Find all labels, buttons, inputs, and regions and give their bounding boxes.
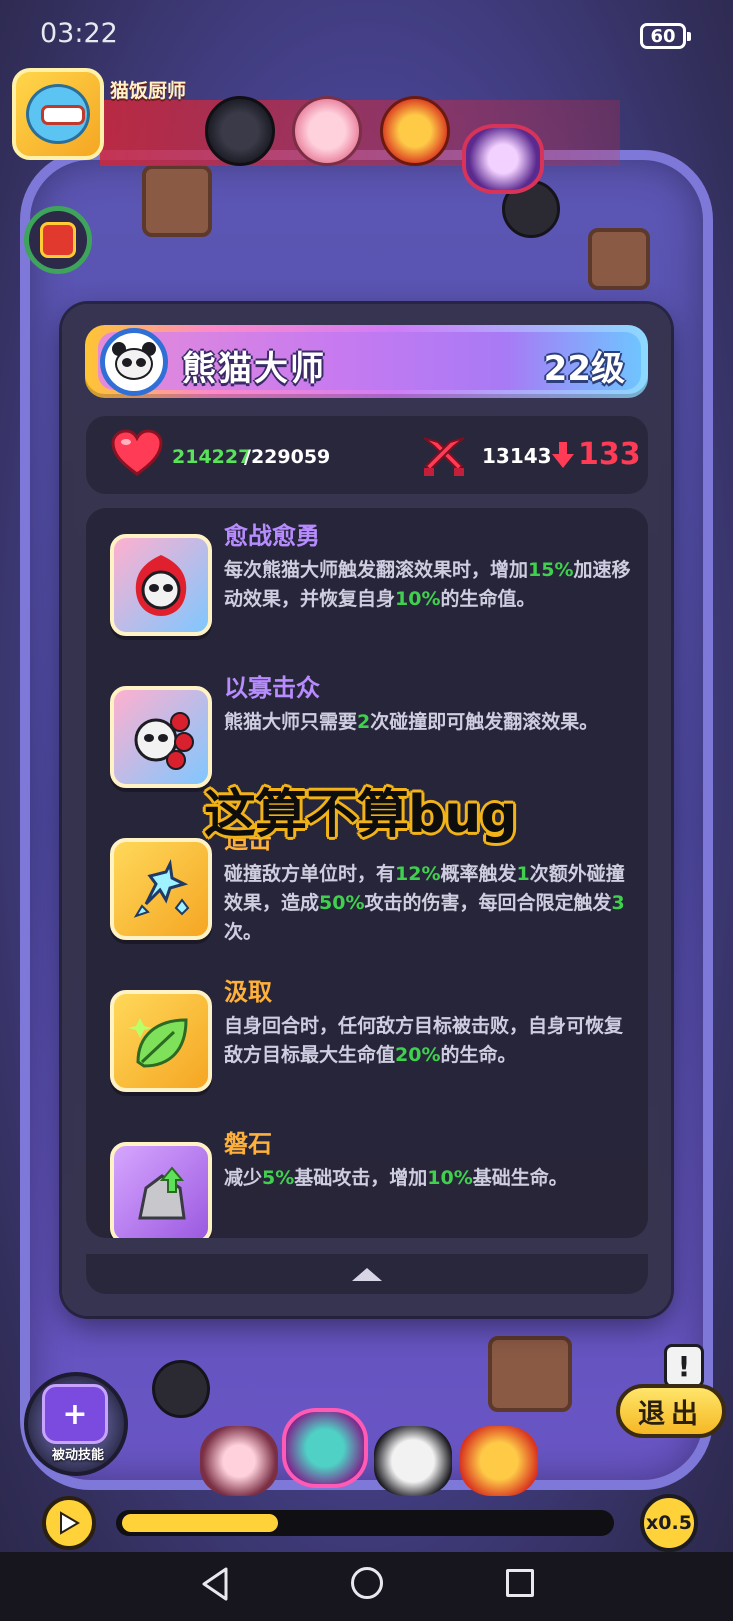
skill-description: 减少5%基础攻击，增加10%基础生命。 [224, 1167, 568, 1189]
skill-name: 汲取 [224, 978, 272, 1006]
skill-description: 碰撞敌方单位时，有12%概率触发1次额外碰撞效果，造成50%攻击的伤害，每回合限… [224, 863, 625, 943]
enemy-hero-slot-1[interactable] [205, 96, 275, 166]
chevron-up-icon [352, 1268, 382, 1281]
battery-icon: 60 [640, 23, 691, 49]
skill-item: 汲取 自身回合时，任何敌方目标被击败，自身可恢复敌方目标最大生命值20%的生命。 [86, 978, 648, 1130]
player-avatar-face-icon [26, 84, 90, 144]
down-arrow-icon [552, 442, 574, 468]
exit-button[interactable]: 退出 [616, 1384, 726, 1438]
skill-name: 以寡击众 [224, 674, 320, 702]
crate-decoration [588, 228, 650, 290]
attack-value: 13143 [482, 444, 552, 468]
play-button[interactable] [42, 1496, 96, 1550]
back-icon[interactable] [200, 1566, 230, 1602]
enemy-hero-slot-3[interactable] [380, 96, 450, 166]
player-avatar[interactable] [12, 68, 104, 160]
status-time: 03:22 [40, 18, 118, 49]
hero-portrait [100, 328, 168, 396]
skill-item: 追击 碰撞敌方单位时，有12%概率触发1次额外碰撞效果，造成50%攻击的伤害，每… [86, 826, 648, 978]
rock-icon [110, 1142, 212, 1238]
skill-description: 自身回合时，任何敌方目标被击败，自身可恢复敌方目标最大生命值20%的生命。 [224, 1015, 624, 1066]
fist-icon [40, 222, 76, 258]
play-icon [60, 1511, 80, 1535]
crate-decoration [142, 165, 212, 237]
energy-gauge[interactable] [24, 206, 92, 274]
alert-icon[interactable]: ! [664, 1344, 704, 1388]
attack-drop-value: 133 [578, 437, 641, 472]
hp-current: 214227 [172, 446, 252, 468]
hero-level: 22级 [543, 349, 625, 389]
crossed-swords-icon [423, 437, 465, 476]
recent-apps-icon[interactable] [506, 1569, 534, 1597]
ally-hero-slot-1[interactable] [200, 1426, 278, 1496]
replay-progress-fill [122, 1514, 278, 1532]
leaf-icon [110, 990, 212, 1092]
bomb-decoration [152, 1360, 210, 1418]
skills-list[interactable]: 愈战愈勇 每次熊猫大师触发翻滚效果时，增加15%加速移动效果，并恢复自身10%的… [86, 508, 648, 1238]
passive-skill-label: 被动技能 [51, 1448, 104, 1463]
status-bar: 03:22 60 [0, 0, 733, 72]
player-name: 猫饭厨师 [110, 80, 187, 102]
enemy-hero-slot-2[interactable] [292, 96, 362, 166]
hp-max: /229059 [244, 446, 331, 468]
heart-icon [111, 429, 163, 476]
overlay-caption: 这算不算bug [204, 785, 517, 845]
collapse-panel-button[interactable] [86, 1254, 648, 1294]
home-icon[interactable] [351, 1567, 383, 1599]
panda-icon [112, 342, 156, 382]
skill-description: 每次熊猫大师触发翻滚效果时，增加15%加速移动效果，并恢复自身10%的生命值。 [224, 559, 631, 610]
ally-hero-slot-4[interactable] [460, 1426, 538, 1496]
ally-hero-slot-3[interactable] [374, 1426, 452, 1496]
skill-name: 愈战愈勇 [224, 522, 320, 550]
pursuit-star-icon [110, 838, 212, 940]
ally-hero-slot-2[interactable] [282, 1408, 368, 1488]
crate-decoration [488, 1336, 572, 1412]
rage-panda-icon [110, 534, 212, 636]
enemy-hero-slot-active[interactable] [462, 124, 544, 194]
skill-description: 熊猫大师只需要2次碰撞即可触发翻滚效果。 [224, 711, 599, 733]
plus-icon: + [42, 1384, 108, 1444]
rolling-panda-icon [110, 686, 212, 788]
skill-item: 愈战愈勇 每次熊猫大师触发翻滚效果时，增加15%加速移动效果，并恢复自身10%的… [86, 522, 648, 674]
hero-name: 熊猫大师 [182, 349, 326, 389]
skill-item: 磐石 减少5%基础攻击，增加10%基础生命。 [86, 1130, 648, 1238]
speed-toggle-button[interactable]: x0.5 [640, 1494, 698, 1552]
skill-name: 磐石 [224, 1130, 272, 1158]
